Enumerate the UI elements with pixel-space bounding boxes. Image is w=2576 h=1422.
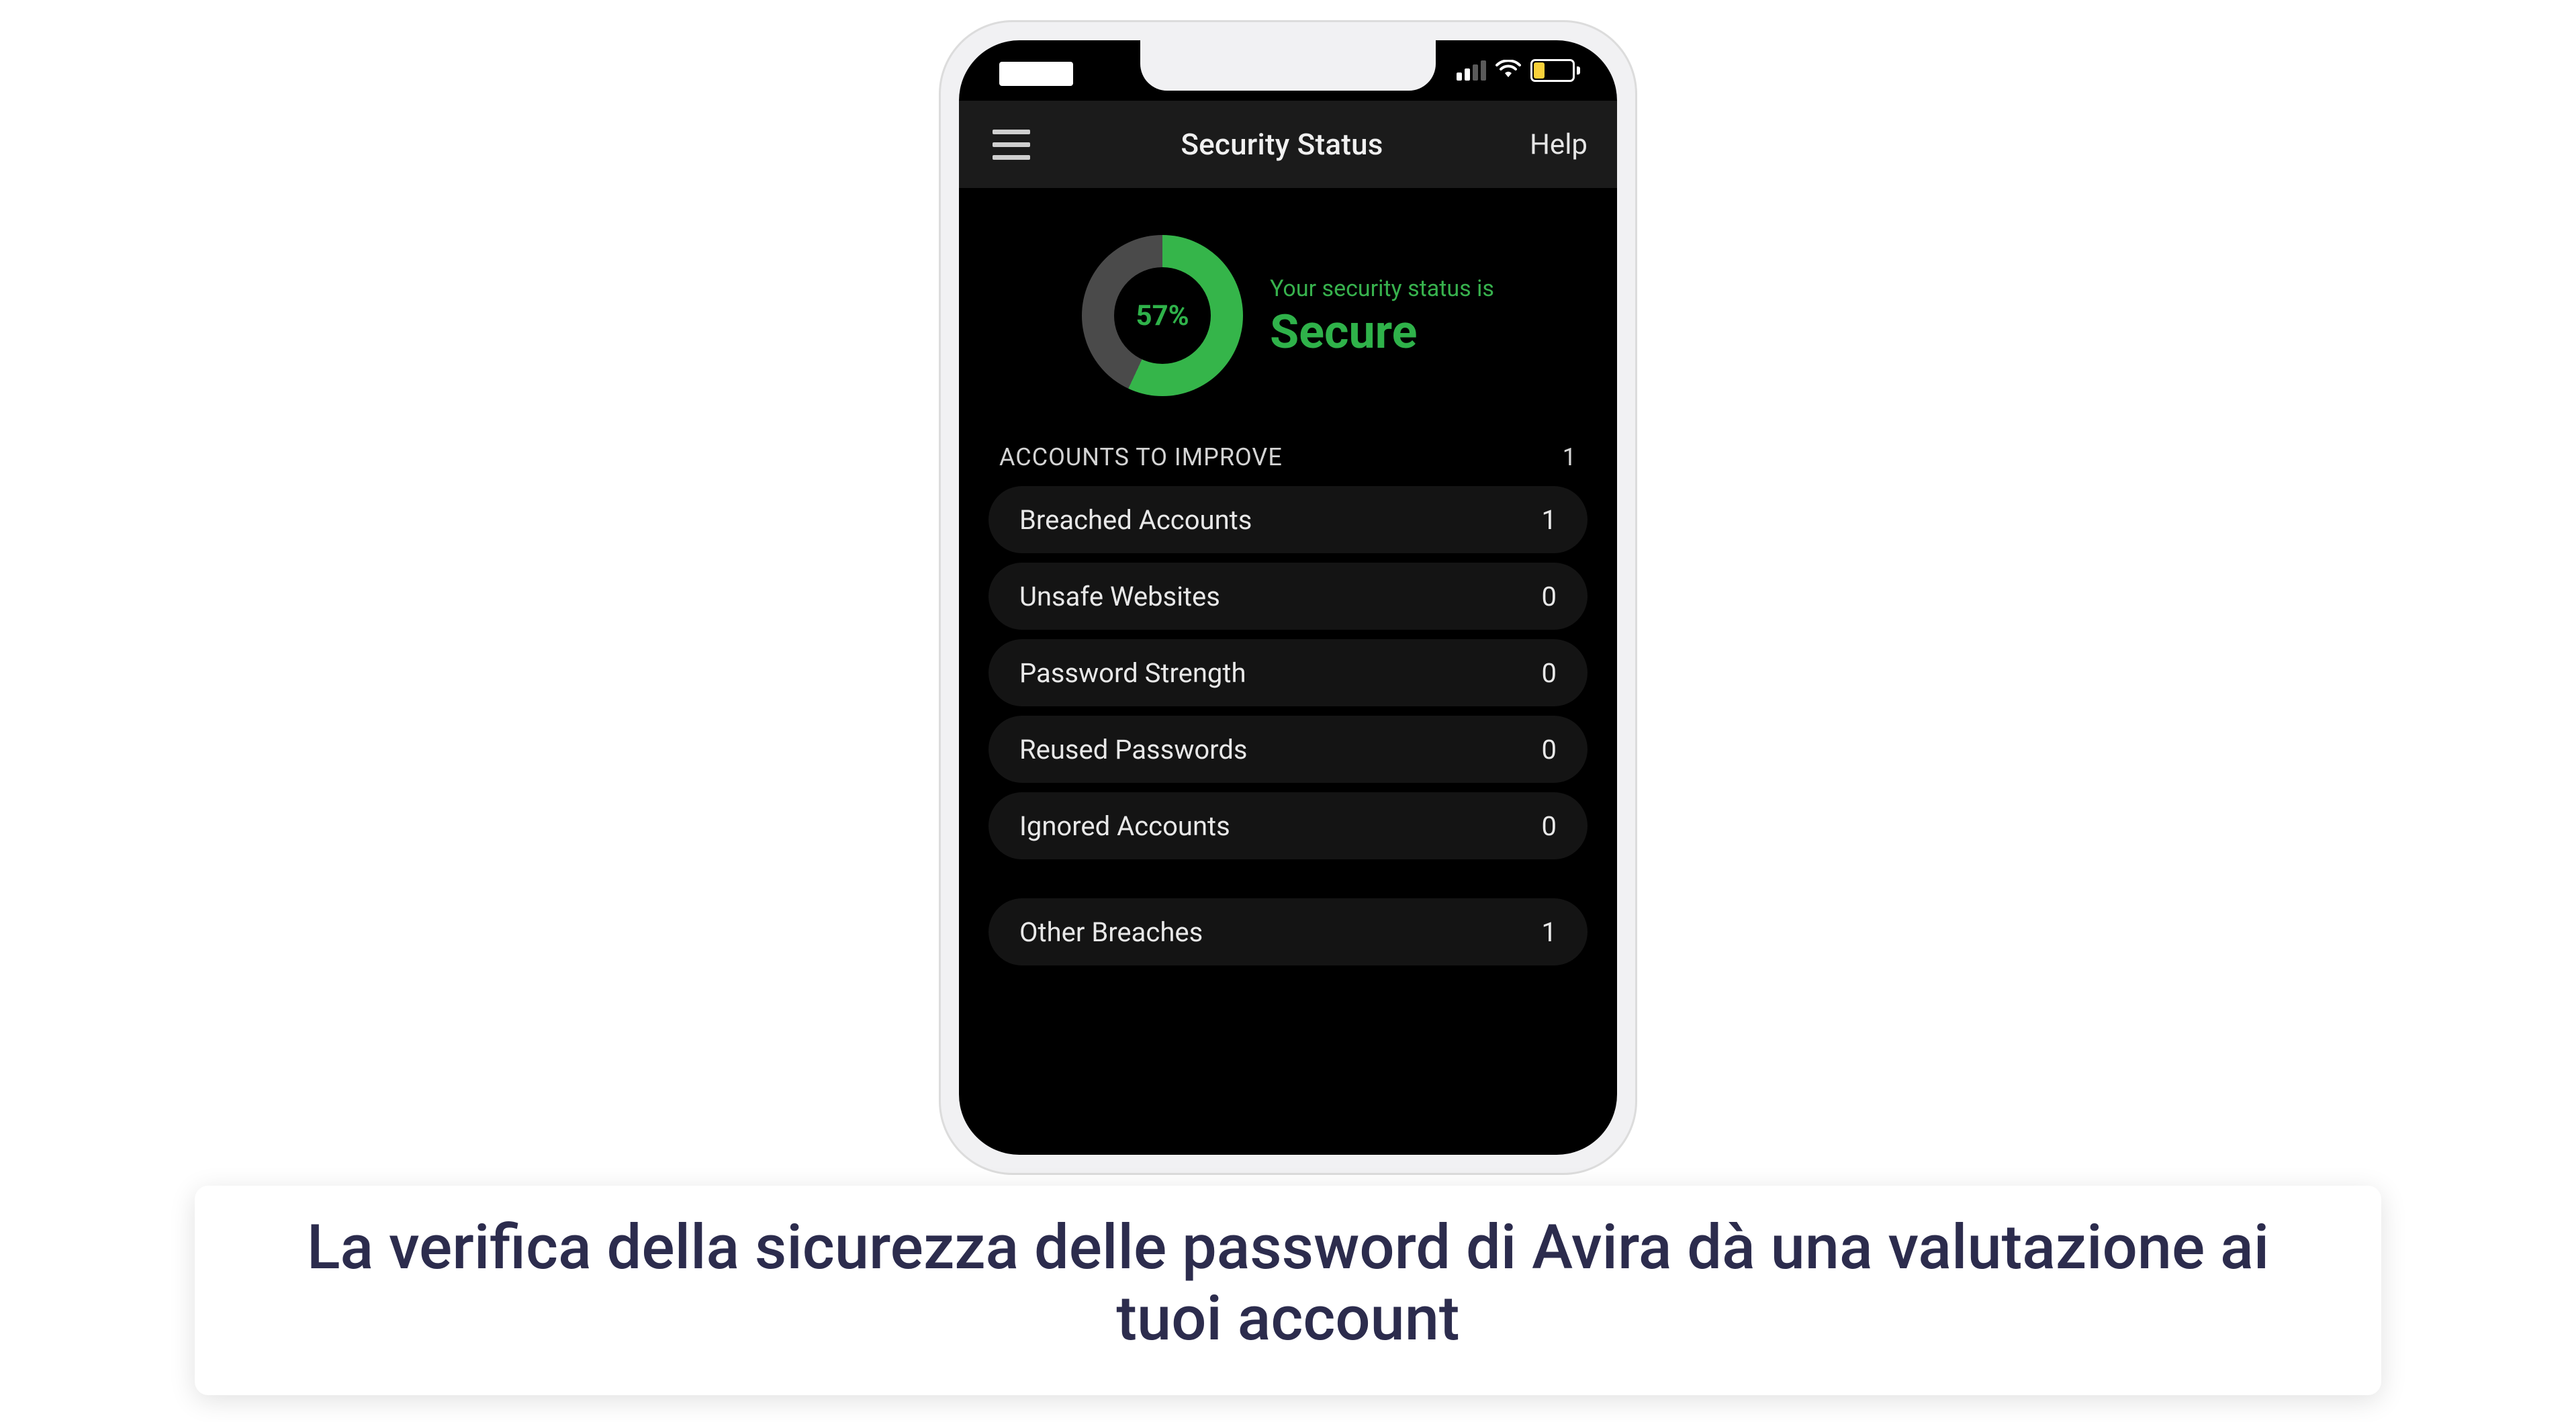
row-count: 0 [1542, 657, 1557, 689]
status-time-block [999, 62, 1073, 86]
row-label: Ignored Accounts [1019, 810, 1230, 842]
phone-notch [1140, 40, 1436, 91]
menu-button[interactable] [986, 123, 1037, 167]
accounts-list: Breached Accounts 1 Unsafe Websites 0 Pa… [959, 486, 1617, 965]
section-header: ACCOUNTS TO IMPROVE 1 [959, 443, 1617, 471]
row-label: Password Strength [1019, 657, 1246, 689]
battery-icon [1530, 59, 1580, 82]
help-button[interactable]: Help [1527, 124, 1590, 165]
screen: Security Status Help 57% Your security s… [959, 40, 1617, 1155]
row-reused-passwords[interactable]: Reused Passwords 0 [988, 716, 1588, 783]
nav-bar: Security Status Help [959, 101, 1617, 188]
row-count: 0 [1542, 581, 1557, 612]
row-breached-accounts[interactable]: Breached Accounts 1 [988, 486, 1588, 553]
status-caption: Your security status is [1270, 275, 1494, 302]
content-area: 57% Your security status is Secure ACCOU… [959, 188, 1617, 1155]
row-label: Reused Passwords [1019, 734, 1248, 765]
status-value: Secure [1270, 309, 1417, 356]
row-other-breaches[interactable]: Other Breaches 1 [988, 898, 1588, 965]
row-count: 1 [1542, 504, 1557, 536]
row-label: Other Breaches [1019, 916, 1203, 948]
row-label: Unsafe Websites [1019, 581, 1220, 612]
row-ignored-accounts[interactable]: Ignored Accounts 0 [988, 792, 1588, 859]
gauge-percent: 57% [1082, 235, 1243, 396]
caption-card: La verifica della sicurezza delle passwo… [195, 1186, 2381, 1395]
row-label: Breached Accounts [1019, 504, 1252, 536]
status-icons [1457, 59, 1580, 82]
wifi-icon [1496, 60, 1521, 81]
status-hero: 57% Your security status is Secure [959, 208, 1617, 443]
section-count: 1 [1563, 443, 1577, 471]
caption-text: La verifica della sicurezza delle passwo… [248, 1213, 2328, 1355]
row-count: 0 [1542, 734, 1557, 765]
row-count: 1 [1542, 916, 1557, 948]
page-title: Security Status [1181, 127, 1383, 162]
cellular-signal-icon [1457, 60, 1486, 81]
row-unsafe-websites[interactable]: Unsafe Websites 0 [988, 563, 1588, 630]
section-title: ACCOUNTS TO IMPROVE [999, 443, 1283, 471]
security-gauge-icon: 57% [1082, 235, 1243, 396]
row-password-strength[interactable]: Password Strength 0 [988, 639, 1588, 706]
phone-mockup: Security Status Help 57% Your security s… [939, 20, 1637, 1175]
row-count: 0 [1542, 810, 1557, 842]
